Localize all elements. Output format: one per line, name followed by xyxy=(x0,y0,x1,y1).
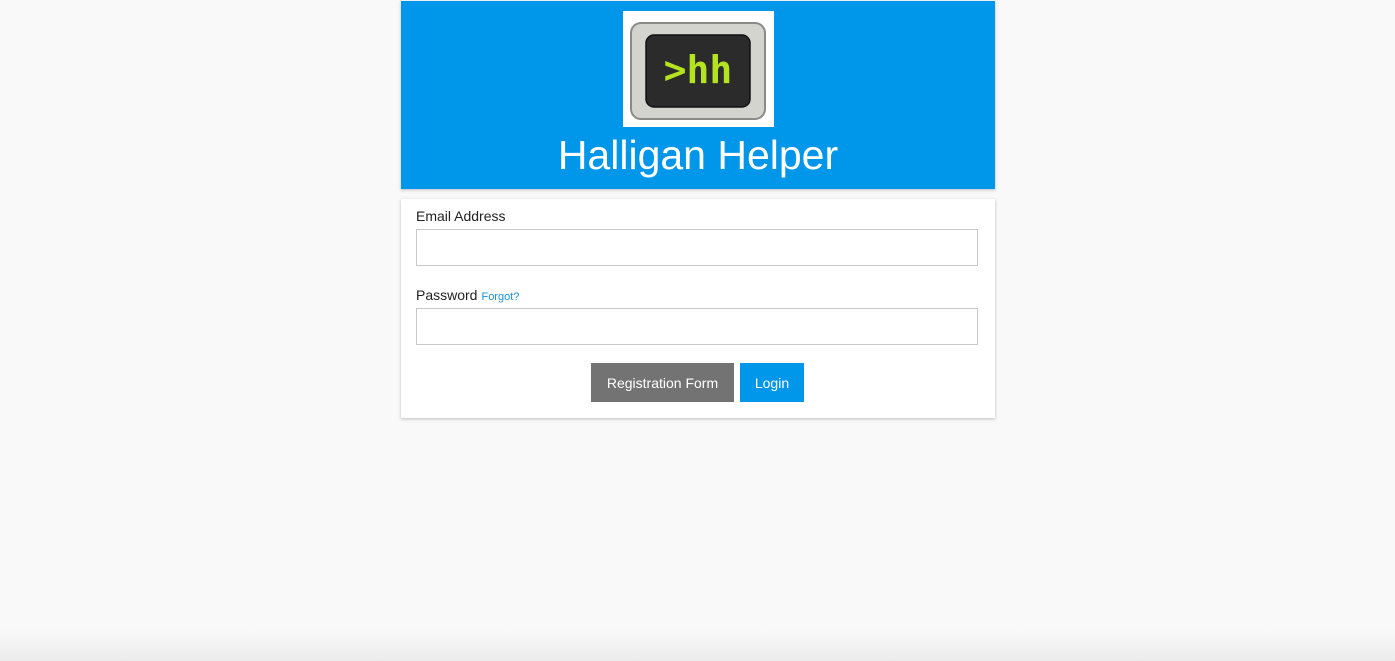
logo-text: >hh xyxy=(664,48,733,92)
password-label-row: Password Forgot? xyxy=(416,287,519,303)
app-title: Halligan Helper xyxy=(557,132,839,178)
login-page: >hh Halligan Helper Email Address Passwo… xyxy=(0,0,1395,661)
registration-form-button[interactable]: Registration Form xyxy=(591,363,734,402)
password-label: Password xyxy=(416,287,478,303)
password-field[interactable] xyxy=(416,308,978,345)
email-field[interactable] xyxy=(416,229,978,266)
app-header: >hh Halligan Helper xyxy=(401,1,995,189)
terminal-logo-icon: >hh xyxy=(630,22,766,120)
forgot-password-link[interactable]: Forgot? xyxy=(481,291,519,303)
email-label: Email Address xyxy=(416,208,506,224)
login-button[interactable]: Login xyxy=(740,363,804,402)
app-logo: >hh xyxy=(623,11,774,127)
login-card: Email Address Password Forgot? Registrati… xyxy=(401,199,995,418)
bottom-shadow xyxy=(0,630,1395,661)
